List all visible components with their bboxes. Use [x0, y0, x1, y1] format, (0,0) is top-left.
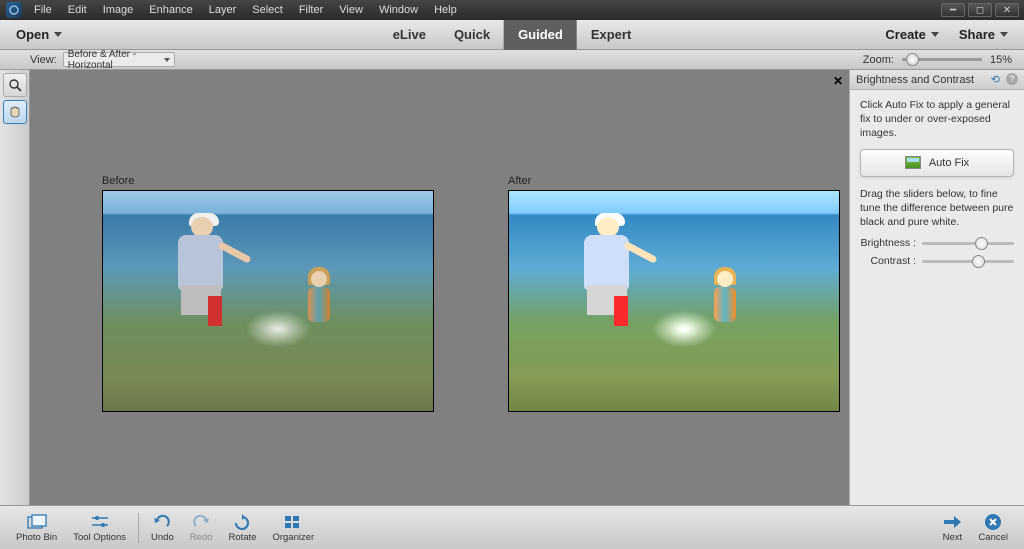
minimize-button[interactable]: ━ [941, 3, 965, 17]
contrast-thumb[interactable] [972, 255, 985, 268]
organizer-icon [284, 513, 302, 531]
close-button[interactable]: ✕ [995, 3, 1019, 17]
zoom-tool[interactable] [3, 73, 27, 97]
brightness-thumb[interactable] [975, 237, 988, 250]
maximize-button[interactable]: ◻ [968, 3, 992, 17]
zoom-value: 15% [990, 54, 1012, 66]
tool-options-button[interactable]: Tool Options [65, 511, 134, 545]
options-bar: View: Before & After - Horizontal Zoom: … [0, 50, 1024, 70]
tab-expert[interactable]: Expert [577, 20, 645, 50]
create-label: Create [885, 27, 925, 42]
close-document-icon[interactable]: ✕ [833, 74, 843, 88]
zoom-label: Zoom: [863, 54, 894, 66]
picture-icon [905, 156, 921, 169]
photo-bin-button[interactable]: Photo Bin [8, 511, 65, 545]
autofix-label: Auto Fix [929, 157, 969, 169]
hand-tool[interactable] [3, 100, 27, 124]
guided-panel: Brightness and Contrast ⟲ ? Click Auto F… [849, 70, 1024, 505]
contrast-label: Contrast : [860, 255, 916, 267]
top-toolbar: Open eLive Quick Guided Expert Create Sh… [0, 20, 1024, 50]
open-label: Open [16, 27, 49, 42]
create-button[interactable]: Create [875, 23, 948, 46]
app-logo [6, 2, 22, 18]
menu-window[interactable]: Window [371, 1, 426, 19]
next-icon [942, 513, 962, 531]
undo-button[interactable]: Undo [143, 511, 182, 545]
brightness-slider[interactable] [922, 242, 1014, 245]
menu-filter[interactable]: Filter [291, 1, 331, 19]
panel-header: Brightness and Contrast ⟲ ? [850, 70, 1024, 90]
autofix-help-text: Click Auto Fix to apply a general fix to… [860, 98, 1014, 141]
cancel-icon [984, 513, 1002, 531]
menu-edit[interactable]: Edit [60, 1, 95, 19]
mode-tabs: eLive Quick Guided Expert [379, 20, 646, 50]
contrast-slider[interactable] [922, 260, 1014, 263]
before-label: Before [102, 175, 434, 187]
view-label: View: [30, 54, 57, 66]
after-label: After [508, 175, 840, 187]
tab-guided[interactable]: Guided [504, 20, 577, 50]
auto-fix-button[interactable]: Auto Fix [860, 149, 1014, 177]
after-image [508, 190, 840, 412]
chevron-down-icon [1000, 32, 1008, 37]
tab-elive[interactable]: eLive [379, 20, 440, 50]
view-value: Before & After - Horizontal [68, 49, 164, 71]
zoom-slider[interactable] [902, 58, 982, 61]
tooloptions-icon [91, 513, 109, 531]
rotate-button[interactable]: Rotate [220, 511, 264, 545]
tab-quick[interactable]: Quick [440, 20, 504, 50]
before-image [102, 190, 434, 412]
bottom-bar: Photo Bin Tool Options Undo Redo Rotate … [0, 505, 1024, 549]
help-icon[interactable]: ? [1006, 73, 1018, 85]
next-button[interactable]: Next [934, 511, 970, 545]
menu-view[interactable]: View [331, 1, 371, 19]
cancel-button[interactable]: Cancel [970, 511, 1016, 545]
panel-title: Brightness and Contrast [856, 74, 974, 86]
zoom-thumb[interactable] [906, 53, 919, 66]
undo-icon [153, 513, 171, 531]
reset-icon[interactable]: ⟲ [991, 73, 1000, 86]
menu-enhance[interactable]: Enhance [141, 1, 200, 19]
brightness-label: Brightness : [860, 237, 916, 249]
view-select[interactable]: Before & After - Horizontal [63, 52, 175, 67]
menu-help[interactable]: Help [426, 1, 465, 19]
share-button[interactable]: Share [949, 23, 1018, 46]
menu-file[interactable]: File [26, 1, 60, 19]
rotate-icon [233, 513, 251, 531]
chevron-down-icon [54, 32, 62, 37]
open-button[interactable]: Open [6, 23, 72, 46]
chevron-down-icon [931, 32, 939, 37]
menu-select[interactable]: Select [244, 1, 291, 19]
photobin-icon [27, 513, 47, 531]
menu-image[interactable]: Image [95, 1, 142, 19]
title-bar: File Edit Image Enhance Layer Select Fil… [0, 0, 1024, 20]
share-label: Share [959, 27, 995, 42]
menu-layer[interactable]: Layer [201, 1, 245, 19]
redo-icon [192, 513, 210, 531]
tool-strip [0, 70, 30, 505]
menu-bar: File Edit Image Enhance Layer Select Fil… [26, 1, 465, 19]
separator [138, 513, 139, 543]
redo-button[interactable]: Redo [182, 511, 221, 545]
slider-help-text: Drag the sliders below, to fine tune the… [860, 187, 1014, 230]
canvas-area: ✕ Before After [30, 70, 849, 505]
chevron-down-icon [164, 58, 170, 62]
organizer-button[interactable]: Organizer [264, 511, 322, 545]
